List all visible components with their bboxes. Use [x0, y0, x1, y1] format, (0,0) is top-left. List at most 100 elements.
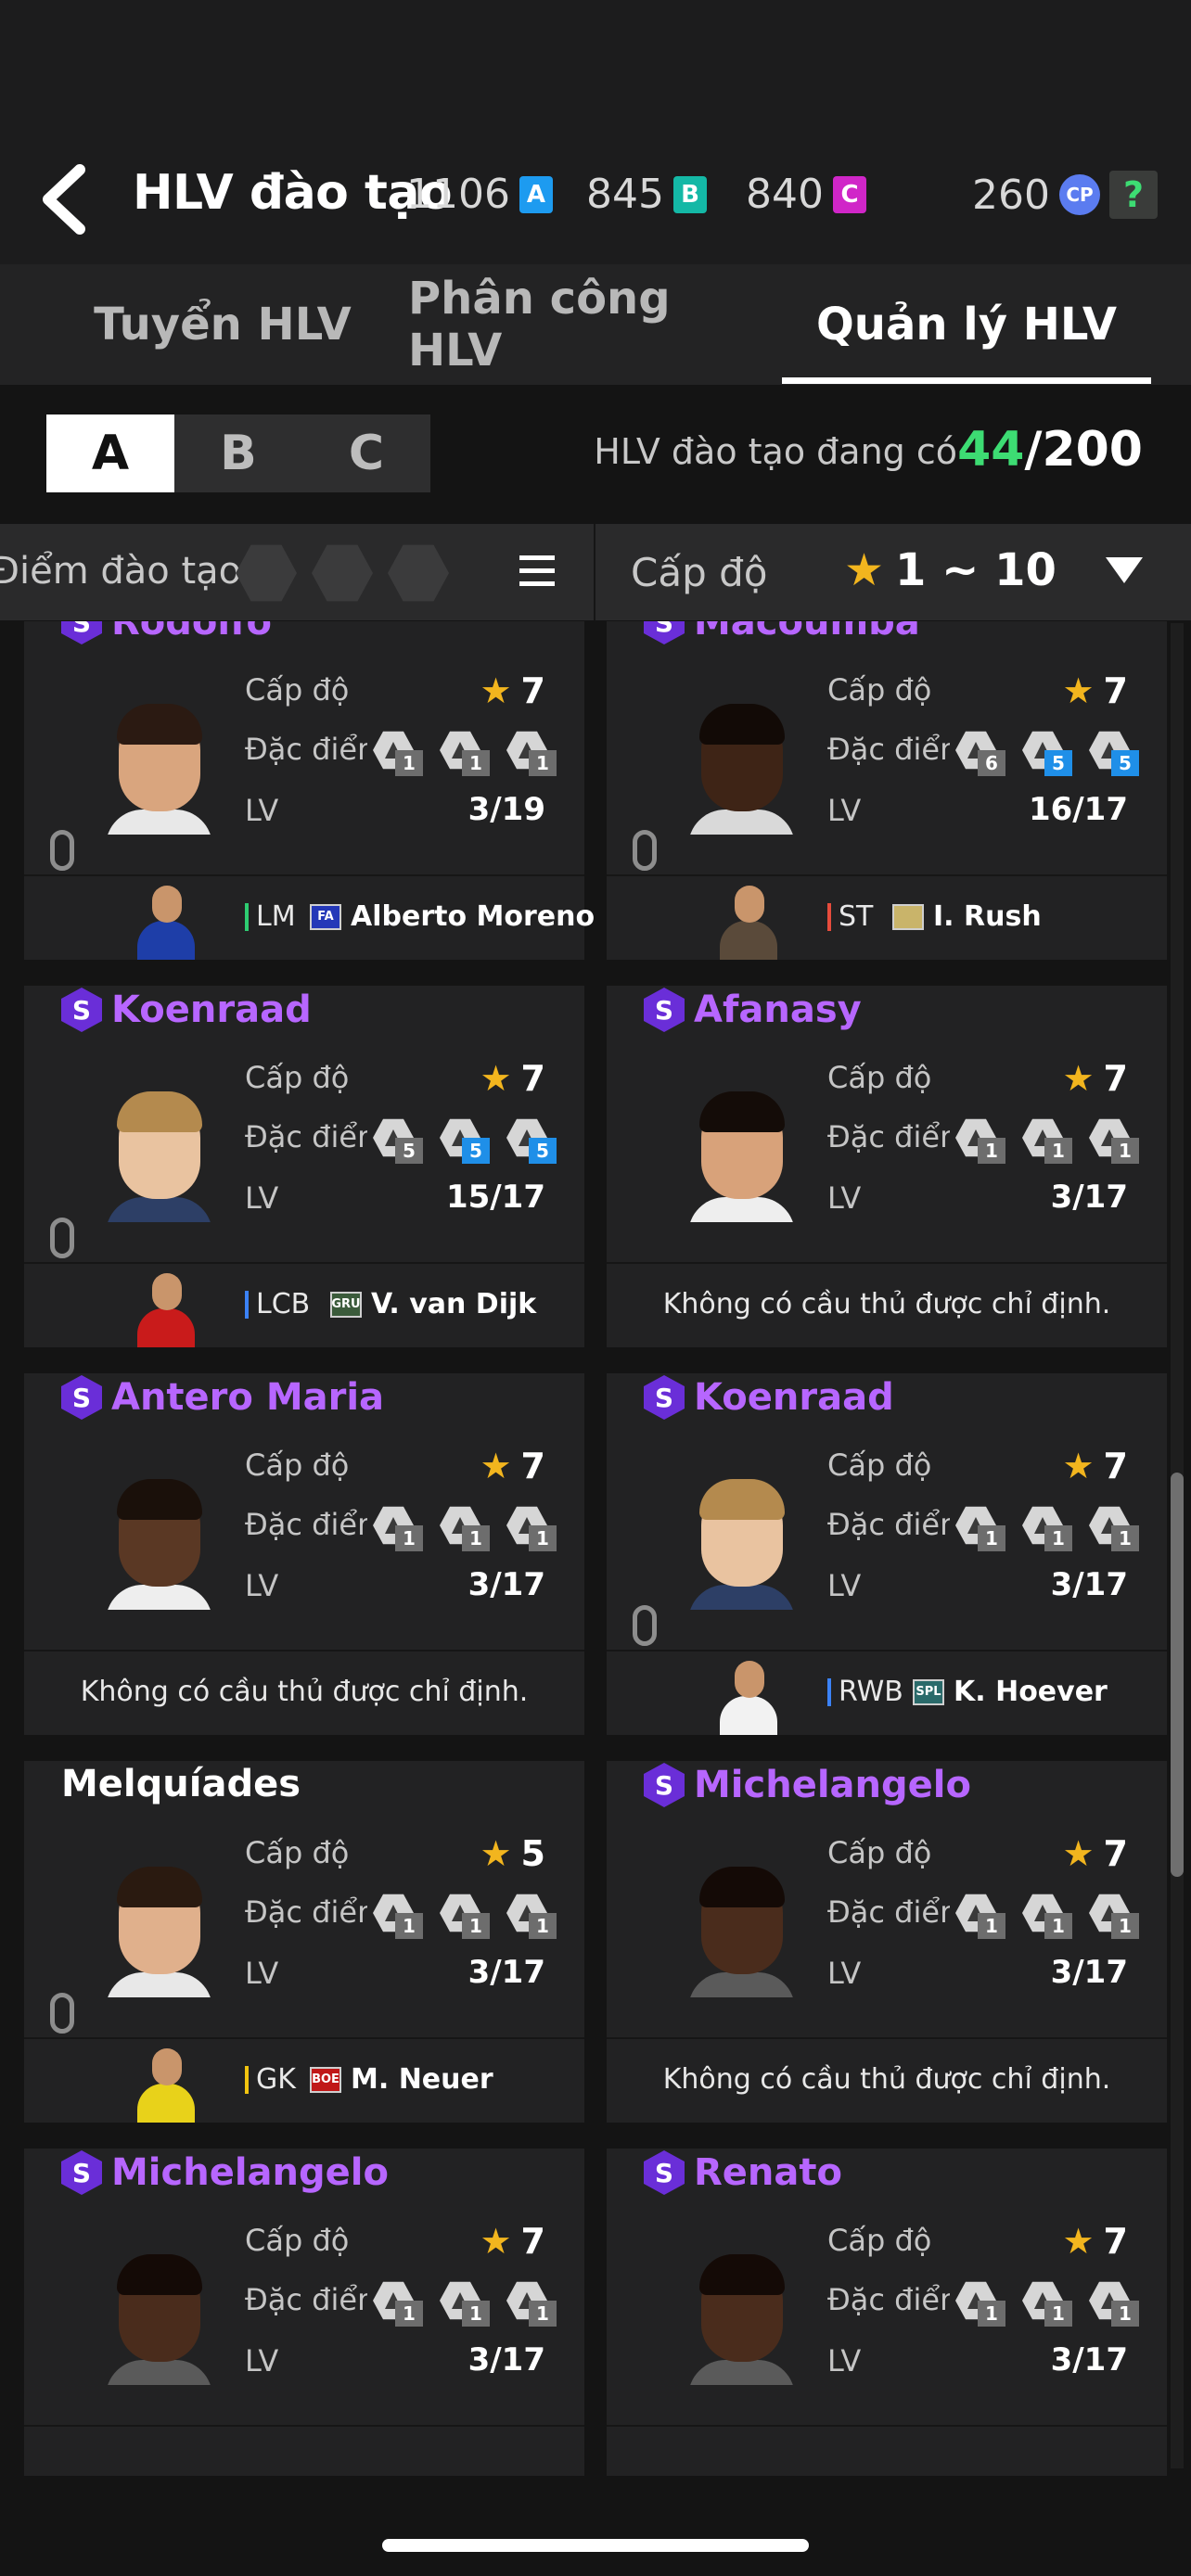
- trait-icon: 1: [506, 1893, 558, 1941]
- link-chain-icon: [50, 830, 74, 871]
- trait-level: 5: [1111, 750, 1139, 776]
- tab-manage[interactable]: Quản lý HLV: [782, 264, 1151, 385]
- coach-lv-progress: 3/17: [467, 2341, 545, 2378]
- dropdown-arrow-icon[interactable]: [1106, 557, 1143, 583]
- trait-level: 1: [395, 2301, 423, 2327]
- level-filter[interactable]: ★ 1 ~ 10: [844, 544, 1057, 596]
- star-icon: ★: [1062, 670, 1095, 711]
- trait-filter-label: Điểm đào tạo: [0, 550, 242, 593]
- assigned-player[interactable]: GK BOE M. Neuer: [24, 2037, 584, 2123]
- level-label: Cấp độ: [245, 672, 350, 708]
- assigned-player[interactable]: RWB SPL K. Hoever: [607, 1650, 1167, 1735]
- home-indicator[interactable]: [382, 2539, 809, 2552]
- assigned-player[interactable]: Không có cầu thủ được chỉ định.: [607, 1262, 1167, 1347]
- coach-name: Michelangelo: [111, 2151, 389, 2194]
- coach-name: Michelangelo: [694, 1764, 971, 1806]
- coach-card[interactable]: S Michelangelo Cấp độ ★7 Đặc điểm 1 1 1 LV…: [607, 1761, 1167, 2123]
- coach-portrait: [688, 1475, 795, 1610]
- lv-label: LV: [245, 1568, 279, 1603]
- help-button[interactable]: ?: [1108, 171, 1158, 219]
- trait-icon: 1: [1089, 1117, 1141, 1166]
- assigned-player[interactable]: ST I. Rush: [607, 874, 1167, 960]
- assigned-player[interactable]: LM FA Alberto Moreno: [24, 874, 595, 960]
- club-crest-icon: [892, 903, 924, 930]
- coach-level-value: 7: [520, 1058, 545, 1099]
- player-club: FA Alberto Moreno: [310, 900, 595, 933]
- scrollbar-thumb[interactable]: [1171, 1473, 1184, 1877]
- assigned-player[interactable]: [607, 2425, 1167, 2476]
- player-position-text: RWB: [839, 1676, 903, 1708]
- coach-card[interactable]: Melquíades Cấp độ ★5 Đặc điểm 1 1 1 LV 3/1…: [24, 1761, 584, 2123]
- trait-slot-2[interactable]: [312, 544, 373, 602]
- tab-recruit[interactable]: Tuyển HLV: [56, 264, 390, 385]
- coach-lv-progress: 3/17: [467, 1954, 545, 1991]
- coach-level-value: 5: [520, 1833, 545, 1874]
- traits-label: Đặc điểm: [245, 1507, 367, 1542]
- coach-name-row: S Michelangelo: [644, 1763, 971, 1807]
- group-b-button[interactable]: B: [174, 414, 302, 492]
- trait-filter[interactable]: Điểm đào tạo: [0, 524, 594, 620]
- assigned-player[interactable]: Không có cầu thủ được chỉ định.: [607, 2037, 1167, 2123]
- menu-icon[interactable]: [519, 555, 555, 589]
- link-chain-icon: [633, 1605, 657, 1646]
- group-selector: A B C: [46, 414, 430, 492]
- coach-card[interactable]: S Koenraad Cấp độ ★7 Đặc điểm 1 1 1 LV 3/1…: [607, 1373, 1167, 1735]
- coach-traits: 1 1 1: [373, 1893, 558, 1941]
- group-a-button[interactable]: A: [46, 414, 174, 492]
- coach-card[interactable]: S Macoumba Cấp độ ★7 Đặc điểm 6 5 5 LV 16/…: [607, 621, 1167, 960]
- club-crest-icon: BOE: [310, 2066, 341, 2093]
- currency-c-value: 840: [746, 171, 824, 218]
- assigned-player[interactable]: LCB GRU V. van Dijk: [24, 1262, 584, 1347]
- trait-level: 1: [1111, 1913, 1139, 1939]
- coach-name-row: S Koenraad: [61, 988, 312, 1032]
- trait-slot-1[interactable]: [236, 544, 297, 602]
- assigned-player[interactable]: [24, 2425, 584, 2476]
- level-label: Cấp độ: [827, 1447, 932, 1483]
- trait-slot-3[interactable]: [388, 544, 449, 602]
- level-label: Cấp độ: [245, 1060, 350, 1095]
- coach-count-total: /200: [1024, 422, 1143, 478]
- player-position: GK: [245, 2063, 296, 2096]
- star-icon: ★: [480, 1446, 512, 1486]
- traits-label: Đặc điểm: [827, 732, 950, 767]
- coach-level-value: 7: [520, 670, 545, 711]
- coach-name: Afanasy: [694, 988, 862, 1031]
- currency-cp: 260 CP ?: [972, 171, 1158, 219]
- coach-name-row: S Antero Maria: [61, 1375, 384, 1420]
- coach-card[interactable]: S Antero Maria Cấp độ ★7 Đặc điểm 1 1 1 LV…: [24, 1373, 584, 1735]
- coach-card[interactable]: S Afanasy Cấp độ ★7 Đặc điểm 1 1 1 LV 3/17…: [607, 986, 1167, 1347]
- coach-card[interactable]: S Michelangelo Cấp độ ★7 Đặc điểm 1 1 1 LV…: [24, 2149, 584, 2476]
- assigned-player-image: [134, 2043, 198, 2123]
- coach-level-value: 7: [1103, 670, 1128, 711]
- trait-icon: 5: [1089, 730, 1141, 778]
- player-position-text: LM: [256, 900, 296, 933]
- club-crest-icon: GRU: [330, 1291, 362, 1318]
- player-name: V. van Dijk: [371, 1288, 537, 1320]
- currency-a: 1106 A: [406, 171, 553, 218]
- level-label: Cấp độ: [245, 1447, 350, 1483]
- tab-assign[interactable]: Phân công HLV: [408, 264, 779, 385]
- coach-traits: 1 1 1: [373, 1505, 558, 1553]
- trait-icon: 1: [955, 1505, 1007, 1553]
- coach-name: Melquíades: [61, 1763, 301, 1805]
- player-name: I. Rush: [933, 900, 1042, 933]
- coach-name: Macoumba: [694, 621, 920, 644]
- trait-level: 1: [978, 2301, 1005, 2327]
- coach-lv-progress: 3/17: [1050, 1566, 1128, 1603]
- special-s-badge-icon: S: [644, 2150, 685, 2195]
- trait-icon: 1: [1022, 1505, 1074, 1553]
- coach-count-current: 44: [957, 422, 1025, 478]
- coach-card[interactable]: S Rodolfo Cấp độ ★7 Đặc điểm 1 1 1 LV 3/19…: [24, 621, 595, 960]
- assigned-player[interactable]: Không có cầu thủ được chỉ định.: [24, 1650, 584, 1735]
- coach-card[interactable]: S Koenraad Cấp độ ★7 Đặc điểm 5 5 5 LV 15/…: [24, 986, 584, 1347]
- trait-icon: 1: [440, 730, 492, 778]
- trait-level: 1: [978, 1525, 1005, 1551]
- special-s-badge-icon: S: [644, 1375, 685, 1420]
- coach-level: ★ 7: [1062, 1058, 1128, 1099]
- group-c-button[interactable]: C: [302, 414, 430, 492]
- coach-level-value: 7: [520, 1446, 545, 1486]
- coach-card[interactable]: S Renato Cấp độ ★7 Đặc điểm 1 1 1 LV 3/17: [607, 2149, 1167, 2476]
- traits-label: Đặc điểm: [827, 1507, 950, 1542]
- trait-icon: 1: [506, 2280, 558, 2328]
- back-arrow-icon[interactable]: [37, 162, 93, 236]
